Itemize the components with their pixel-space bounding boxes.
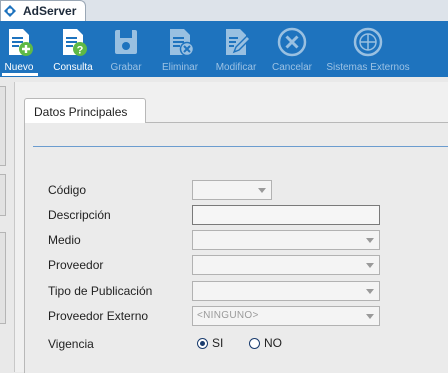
delete-label: Eliminar [161, 62, 199, 73]
new-document-icon [9, 29, 33, 56]
tab-divider [33, 146, 448, 147]
tipo-publicacion-label: Tipo de Publicación [48, 284, 153, 298]
external-systems-icon [353, 27, 383, 57]
app-tab[interactable]: AdServer [0, 0, 86, 21]
new-button[interactable]: Nuevo [0, 21, 38, 77]
chevron-down-icon [366, 238, 374, 243]
svg-text:?: ? [77, 45, 84, 57]
external-systems-button[interactable]: Sistemas Externos [322, 21, 414, 77]
left-panel-tab-3[interactable] [0, 232, 6, 324]
tipo-publicacion-select[interactable] [192, 281, 380, 301]
edit-document-icon [226, 29, 251, 55]
medio-select[interactable] [192, 230, 380, 250]
chevron-down-icon [366, 263, 374, 268]
left-panel-tab-1[interactable] [0, 86, 6, 166]
query-button[interactable]: ? Consulta [50, 21, 96, 77]
radio-unchecked-icon [249, 337, 260, 349]
codigo-label: Código [48, 183, 87, 197]
delete-button[interactable]: Eliminar [158, 21, 202, 77]
vigencia-radio-si[interactable]: SI [197, 336, 223, 350]
new-selected-indicator [2, 73, 38, 76]
new-label: Nuevo [4, 62, 34, 73]
tab-datos-principales[interactable]: Datos Principales [24, 98, 146, 123]
app-tabstrip: AdServer [0, 0, 448, 22]
chevron-down-icon [366, 314, 374, 319]
radio-checked-icon [197, 337, 208, 349]
proveedor-select[interactable] [192, 255, 380, 275]
cancel-button[interactable]: Cancelar [268, 21, 316, 77]
proveedor-externo-label: Proveedor Externo [48, 309, 149, 323]
cancel-icon [277, 27, 307, 57]
proveedor-externo-select[interactable]: <NINGUNO> [192, 306, 380, 326]
edit-button[interactable]: Modificar [210, 21, 262, 77]
vigencia-label: Vigencia [48, 337, 94, 351]
medio-label: Medio [48, 233, 81, 247]
chevron-down-icon [258, 188, 266, 193]
save-button[interactable]: Grabar [106, 21, 146, 77]
left-side-panel [0, 82, 6, 372]
delete-document-icon [170, 29, 195, 57]
descripcion-label: Descripción [48, 208, 111, 222]
save-label: Grabar [110, 62, 142, 73]
query-document-icon: ? [63, 29, 87, 57]
vigencia-no-label: NO [264, 336, 282, 350]
chevron-down-icon [366, 289, 374, 294]
app-title: AdServer [23, 4, 77, 18]
external-systems-label: Sistemas Externos [326, 62, 410, 73]
descripcion-input[interactable] [192, 205, 380, 225]
vigencia-si-label: SI [212, 336, 224, 350]
codigo-select[interactable] [192, 180, 272, 200]
left-panel-tab-2[interactable] [0, 174, 6, 216]
adserver-logo [1, 2, 19, 20]
cancel-label: Cancelar [271, 62, 313, 73]
query-label: Consulta [53, 62, 93, 73]
toolbar: Nuevo ? Consulta Grabar Eliminar Modific… [0, 21, 448, 77]
vigencia-radio-no[interactable]: NO [249, 336, 282, 350]
proveedor-externo-value: <NINGUNO> [197, 310, 259, 321]
edit-label: Modificar [215, 62, 257, 73]
save-icon [115, 30, 137, 54]
proveedor-label: Proveedor [48, 258, 104, 272]
